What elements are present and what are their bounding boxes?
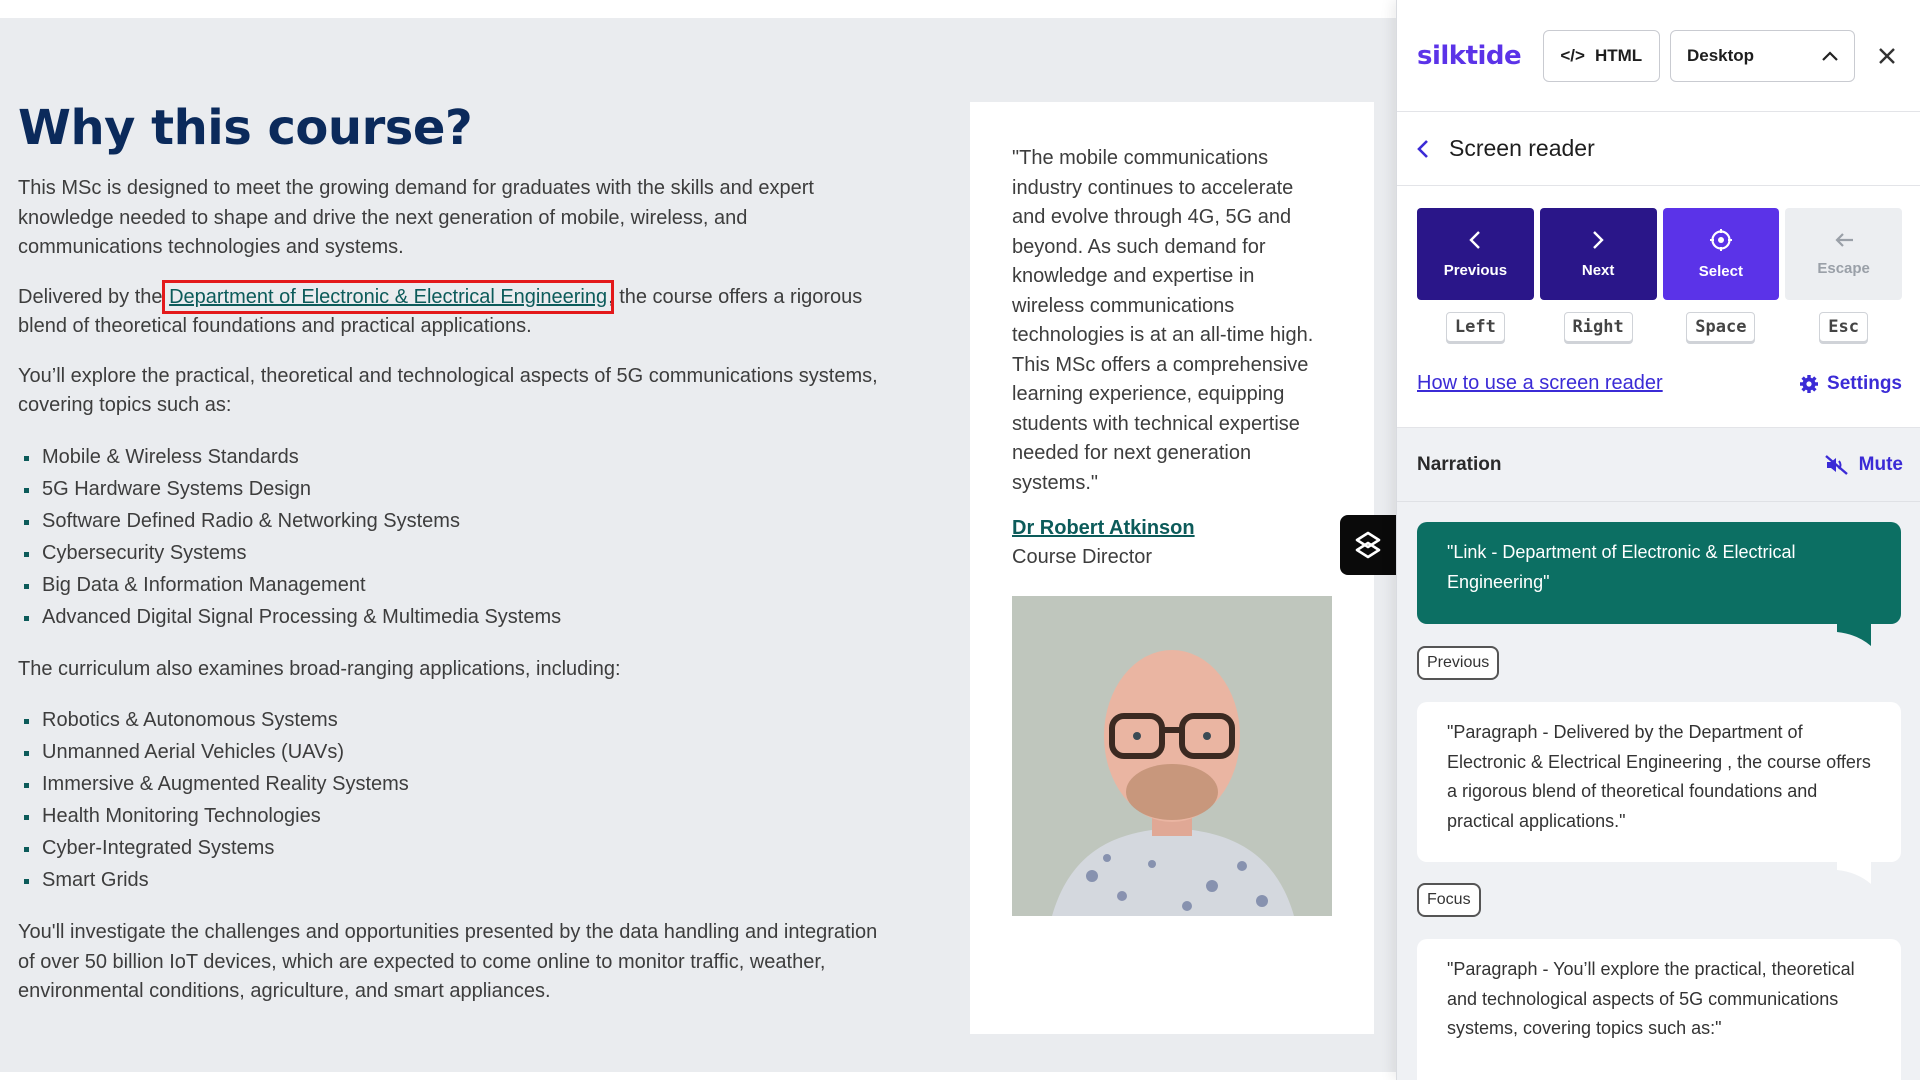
settings-button[interactable]: Settings: [1799, 373, 1902, 395]
website-viewport: Why this course? This MSc is designed to…: [0, 18, 1396, 1072]
silktide-panel: silktide </> HTML Desktop Screen reader …: [1396, 0, 1920, 1080]
tag-focus: Focus: [1417, 883, 1481, 917]
escape-button-label: Escape: [1817, 259, 1870, 277]
narration-text-focus: "Paragraph - You’ll explore the practica…: [1447, 959, 1855, 1038]
mute-button[interactable]: Mute: [1824, 453, 1903, 476]
screen-reader-title-row: Screen reader: [1397, 112, 1920, 186]
device-select[interactable]: Desktop: [1669, 29, 1856, 82]
crosshair-icon: [1709, 228, 1732, 251]
panel-header: silktide </> HTML Desktop: [1397, 0, 1920, 112]
key-hint-right: Right: [1563, 312, 1633, 342]
screen-reader-controls: Previous Next Select Escape Left Right S…: [1397, 186, 1920, 419]
narration-bubble-previous: "Paragraph - Delivered by the Department…: [1417, 702, 1901, 884]
delivered-paragraph: Delivered by the Department of Electroni…: [18, 279, 888, 342]
html-button-label: HTML: [1594, 45, 1643, 65]
next-button-label: Next: [1581, 261, 1615, 279]
arrow-left-icon: [1835, 232, 1853, 247]
silktide-logo-icon: [1355, 531, 1381, 559]
quote-card: "The mobile communications industry cont…: [970, 102, 1374, 1034]
mute-label: Mute: [1858, 453, 1903, 475]
author-link[interactable]: Dr Robert Atkinson: [1012, 514, 1195, 542]
gear-icon: [1800, 374, 1819, 393]
next-button[interactable]: Next: [1539, 208, 1657, 300]
page-heading: Why this course?: [18, 100, 473, 156]
narration-bubble-focus: "Paragraph - You’ll explore the practica…: [1417, 939, 1901, 1080]
applications-list: Robotics & Autonomous Systems Unmanned A…: [24, 704, 888, 896]
author-role: Course Director: [1012, 546, 1153, 568]
list-item: Immersive & Augmented Reality Systems: [24, 768, 888, 800]
narration-section: Narration Mute "Link - Department of Ele…: [1397, 427, 1920, 1080]
narration-label: Narration: [1417, 453, 1502, 475]
list-item: Advanced Digital Signal Processing & Mul…: [24, 601, 888, 633]
tag-previous: Previous: [1417, 646, 1500, 680]
close-icon: [1878, 47, 1895, 64]
key-hint-left: Left: [1445, 312, 1505, 342]
list-item: Mobile & Wireless Standards: [24, 441, 888, 473]
narration-header: Narration Mute: [1397, 428, 1920, 502]
select-button-label: Select: [1698, 262, 1743, 280]
explore-paragraph: You’ll explore the practical, theoretica…: [18, 364, 878, 417]
silktide-logo: silktide: [1417, 40, 1522, 71]
list-item: Robotics & Autonomous Systems: [24, 704, 888, 736]
escape-button[interactable]: Escape: [1785, 208, 1902, 300]
portrait-photo: [1012, 596, 1332, 916]
close-button[interactable]: [1875, 44, 1898, 68]
chevron-right-icon: [1593, 230, 1604, 249]
previous-button[interactable]: Previous: [1417, 208, 1534, 300]
list-item: Health Monitoring Technologies: [24, 800, 888, 832]
narration-text-previous: "Paragraph - Delivered by the Department…: [1447, 722, 1871, 831]
select-button[interactable]: Select: [1662, 208, 1780, 300]
iot-paragraph: You'll investigate the challenges and op…: [18, 921, 878, 1002]
bubble-tail: [1837, 622, 1871, 646]
how-to-use-link[interactable]: How to use a screen reader: [1417, 372, 1663, 395]
topics-list: Mobile & Wireless Standards 5G Hardware …: [24, 441, 888, 633]
bubble-tail: [1837, 860, 1871, 884]
key-hint-esc: Esc: [1819, 312, 1868, 342]
key-hint-space: Space: [1686, 312, 1756, 342]
curriculum-paragraph: The curriculum also examines broad-rangi…: [18, 657, 621, 680]
panel-title: Screen reader: [1449, 135, 1595, 161]
code-icon: </>: [1560, 45, 1585, 65]
chevron-left-icon: [1469, 230, 1481, 249]
settings-label: Settings: [1827, 372, 1902, 394]
silktide-launcher-button[interactable]: [1340, 515, 1396, 575]
director-quote: "The mobile communications industry cont…: [1012, 147, 1314, 494]
list-item: Cyber-Integrated Systems: [24, 832, 888, 864]
previous-button-label: Previous: [1443, 261, 1508, 279]
list-item: 5G Hardware Systems Design: [24, 473, 888, 505]
list-item: Cybersecurity Systems: [24, 537, 888, 569]
delivered-text-before: Delivered by the: [18, 285, 169, 308]
narration-bubble-current: "Link - Department of Electronic & Elect…: [1417, 522, 1901, 646]
chevron-up-icon: [1822, 50, 1839, 61]
narration-text-current: "Link - Department of Electronic & Elect…: [1447, 542, 1796, 592]
speaker-muted-icon: [1824, 454, 1848, 475]
main-content: Why this course? This MSc is designed to…: [18, 100, 888, 1027]
back-chevron-icon[interactable]: [1417, 139, 1429, 159]
list-item: Smart Grids: [24, 864, 888, 896]
device-select-value: Desktop: [1686, 45, 1755, 65]
list-item: Software Defined Radio & Networking Syst…: [24, 505, 888, 537]
department-link[interactable]: Department of Electronic & Electrical En…: [162, 279, 615, 314]
list-item: Unmanned Aerial Vehicles (UAVs): [24, 736, 888, 768]
html-button[interactable]: </> HTML: [1542, 29, 1660, 82]
list-item: Big Data & Information Management: [24, 569, 888, 601]
intro-paragraph: This MSc is designed to meet the growing…: [18, 177, 814, 258]
